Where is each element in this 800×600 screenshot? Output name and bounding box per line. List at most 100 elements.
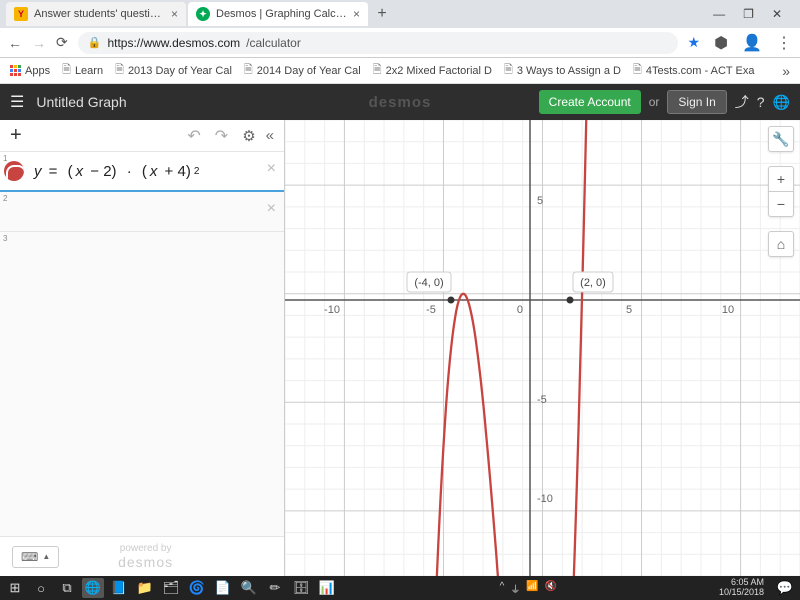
bookmark-item[interactable]: 🗎 2014 Day of Year Cal bbox=[244, 61, 361, 80]
back-icon[interactable]: ← bbox=[8, 35, 22, 51]
redo-icon[interactable]: ↷ bbox=[215, 126, 228, 146]
sign-in-button[interactable]: Sign In bbox=[667, 90, 726, 114]
url-input[interactable]: 🔒 https://www.desmos.com/calculator bbox=[78, 32, 678, 54]
taskbar-app-icon[interactable]: ✏ bbox=[264, 578, 286, 598]
start-button[interactable]: ⊞ bbox=[4, 578, 26, 598]
address-bar: ← → ⟳ 🔒 https://www.desmos.com/calculato… bbox=[0, 28, 800, 58]
x-tick-label: -10 bbox=[324, 304, 340, 316]
bookmark-label: 2014 Day of Year Cal bbox=[257, 65, 361, 77]
minimize-icon[interactable]: — bbox=[713, 7, 725, 21]
cortana-icon[interactable]: ○ bbox=[30, 578, 52, 598]
close-tab-icon[interactable]: × bbox=[353, 7, 360, 21]
forward-icon[interactable]: → bbox=[32, 35, 46, 51]
keyboard-toggle-button[interactable]: ⌨ ▲ bbox=[12, 546, 59, 568]
x-tick-label: -5 bbox=[426, 304, 436, 316]
bookmark-item[interactable]: 🗎Learn bbox=[62, 61, 103, 80]
notifications-icon[interactable]: 💬 bbox=[774, 578, 796, 598]
graph-point[interactable] bbox=[448, 297, 455, 304]
y-tick-label: -10 bbox=[537, 493, 553, 505]
tray-up-icon[interactable]: ^ bbox=[500, 581, 505, 596]
expression-row[interactable]: 3 bbox=[0, 232, 284, 272]
expression-toolbar: + ↶ ↷ ⚙ « bbox=[0, 120, 284, 152]
collapse-panel-icon[interactable]: « bbox=[266, 127, 274, 144]
expression-input[interactable] bbox=[0, 232, 284, 272]
chrome-icon[interactable]: 🌐 bbox=[82, 578, 104, 598]
menu-icon[interactable]: ⋮ bbox=[776, 33, 792, 53]
doc-icon: 🗎 bbox=[633, 61, 642, 80]
taskbar-app-icon[interactable]: 🗄 bbox=[290, 578, 312, 598]
taskbar-app-icon[interactable]: 📊 bbox=[316, 578, 338, 598]
desmos-logo: desmos bbox=[369, 94, 432, 111]
taskbar-app-icon[interactable]: 📁 bbox=[134, 578, 156, 598]
taskbar-app-icon[interactable]: 🌀 bbox=[186, 578, 208, 598]
close-tab-icon[interactable]: × bbox=[171, 7, 178, 21]
menu-icon[interactable]: ☰ bbox=[10, 92, 24, 112]
point-label: (2, 0) bbox=[580, 277, 606, 289]
lock-icon: 🔒 bbox=[88, 36, 102, 49]
y-tick-label: -5 bbox=[537, 394, 547, 406]
bookmarks-overflow-icon[interactable]: » bbox=[782, 63, 790, 79]
expression-row[interactable]: 1 y = (x − 2) · (x + 4)2 × bbox=[0, 152, 284, 192]
windows-taskbar: ⊞ ○ ⧉ 🌐 📘 📁 🗂 🌀 📄 🔍 ✏ 🗄 📊 ^ ⏚ 📶 🔇 6:05 A… bbox=[0, 576, 800, 600]
expression-input[interactable] bbox=[0, 192, 284, 231]
undo-icon[interactable]: ↶ bbox=[187, 126, 200, 146]
clock[interactable]: 6:05 AM 10/15/2018 bbox=[719, 578, 770, 598]
doc-icon: 🗎 bbox=[244, 61, 253, 80]
taskbar-app-icon[interactable]: 🗂 bbox=[160, 578, 182, 598]
favicon-icon: ✦ bbox=[196, 7, 210, 21]
network-icon[interactable]: ⏚ bbox=[510, 581, 520, 596]
doc-icon: 🗎 bbox=[115, 61, 124, 80]
close-window-icon[interactable]: ✕ bbox=[772, 7, 782, 21]
home-icon[interactable]: ⌂ bbox=[768, 231, 794, 257]
reload-icon[interactable]: ⟳ bbox=[56, 34, 68, 51]
graph-canvas[interactable]: -10 -5 0 5 10 5 -5 -10 (-4, 0) (2, 0) 🔧 … bbox=[285, 120, 800, 576]
favicon-icon: Y bbox=[14, 7, 28, 21]
graph-svg[interactable]: -10 -5 0 5 10 5 -5 -10 (-4, 0) (2, 0) bbox=[285, 120, 800, 576]
bookmark-item[interactable]: 🗎2013 Day of Year Cal bbox=[115, 61, 232, 80]
delete-expression-icon[interactable]: × bbox=[267, 160, 276, 178]
bookmark-item[interactable]: 🗎3 Ways to Assign a D bbox=[504, 61, 621, 80]
bookmark-label: Learn bbox=[75, 65, 103, 77]
zoom-in-button[interactable]: + bbox=[768, 166, 794, 192]
bookmark-item[interactable]: 🗎4Tests.com - ACT Exa bbox=[633, 61, 754, 80]
graph-title[interactable]: Untitled Graph bbox=[36, 94, 126, 110]
add-expression-button[interactable]: + bbox=[10, 124, 22, 147]
volume-icon[interactable]: 🔇 bbox=[545, 581, 557, 596]
taskbar-app-icon[interactable]: 📘 bbox=[108, 578, 130, 598]
profile-icon[interactable]: 👤 bbox=[742, 33, 762, 53]
maximize-icon[interactable]: ❐ bbox=[743, 7, 754, 21]
powered-by: powered by desmos bbox=[118, 543, 173, 570]
x-tick-label: 10 bbox=[722, 304, 734, 316]
taskbar-app-icon[interactable]: 📄 bbox=[212, 578, 234, 598]
task-view-icon[interactable]: ⧉ bbox=[56, 578, 78, 598]
expression-panel: + ↶ ↷ ⚙ « 1 y = (x − 2) · (x + 4)2 × 2 ×… bbox=[0, 120, 285, 576]
share-icon[interactable]: ⤴ bbox=[735, 92, 749, 112]
settings-icon[interactable]: ⚙ bbox=[242, 127, 255, 145]
expression-index: 2 bbox=[0, 192, 10, 205]
language-icon[interactable]: 🌐 bbox=[773, 94, 790, 111]
bookmark-star-icon[interactable]: ★ bbox=[688, 34, 701, 51]
bookmark-apps[interactable]: Apps bbox=[10, 65, 50, 77]
delete-expression-icon[interactable]: × bbox=[267, 200, 276, 218]
tab-desmos[interactable]: ✦ Desmos | Graphing Calculator × bbox=[188, 2, 368, 26]
zoom-out-button[interactable]: − bbox=[768, 191, 794, 217]
expression-row[interactable]: 2 × bbox=[0, 192, 284, 232]
tab-strip: Y Answer students' questions and h × ✦ D… bbox=[0, 0, 800, 28]
doc-icon: 🗎 bbox=[373, 61, 382, 80]
tab-yahoo[interactable]: Y Answer students' questions and h × bbox=[6, 2, 186, 26]
bookmark-item[interactable]: 🗎 2x2 Mixed Factorial D bbox=[373, 61, 492, 80]
extension-icon[interactable]: ⬢ bbox=[714, 33, 728, 53]
tab-title: Desmos | Graphing Calculator bbox=[216, 8, 347, 20]
new-tab-button[interactable]: + bbox=[370, 5, 394, 23]
help-icon[interactable]: ? bbox=[757, 94, 765, 110]
wrench-icon[interactable]: 🔧 bbox=[768, 126, 794, 152]
wifi-icon[interactable]: 📶 bbox=[526, 581, 538, 596]
graph-point[interactable] bbox=[567, 297, 574, 304]
taskbar-app-icon[interactable]: 🔍 bbox=[238, 578, 260, 598]
x-tick-label: 5 bbox=[626, 304, 632, 316]
bookmark-label: 2x2 Mixed Factorial D bbox=[386, 65, 492, 77]
desmos-header: ☰ Untitled Graph desmos Create Account o… bbox=[0, 84, 800, 120]
expression-input[interactable]: y = (x − 2) · (x + 4)2 bbox=[28, 152, 284, 190]
tab-title: Answer students' questions and h bbox=[34, 8, 165, 20]
create-account-button[interactable]: Create Account bbox=[539, 90, 641, 114]
